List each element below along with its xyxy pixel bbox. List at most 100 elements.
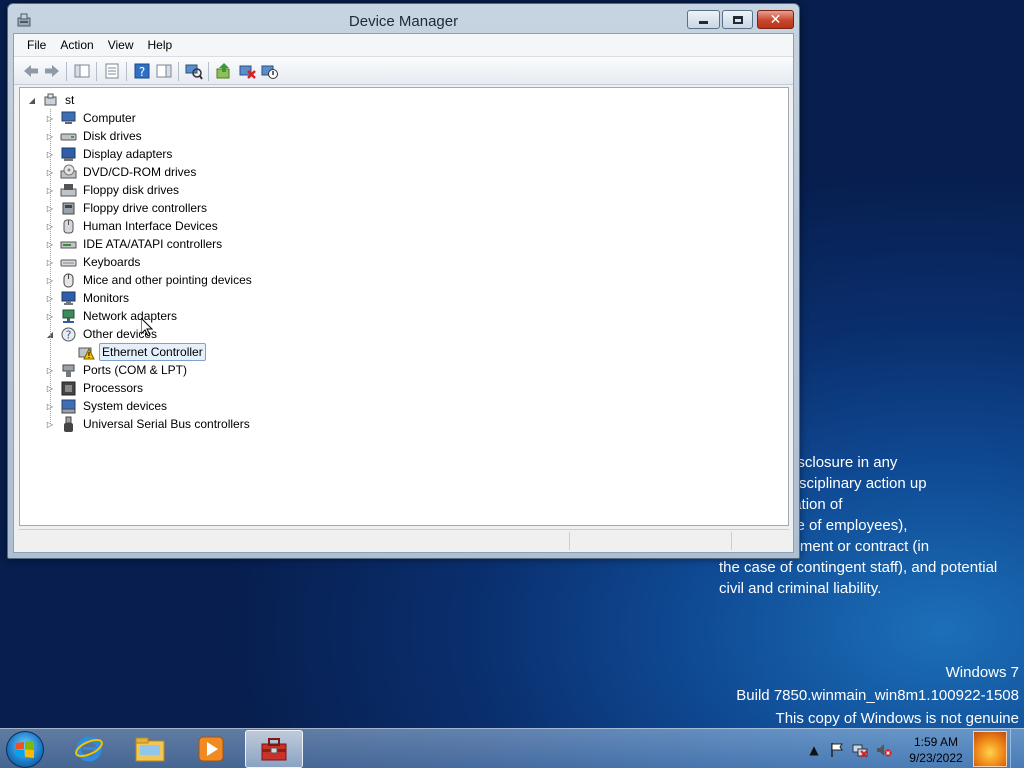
uninstall-icon[interactable] [238, 62, 256, 80]
status-bar [19, 529, 789, 551]
tree-item-label: DVD/CD-ROM drives [83, 165, 197, 179]
maximize-button[interactable] [722, 10, 753, 29]
computer-icon [60, 110, 77, 126]
show-hidden-icons-icon[interactable]: ▲ [806, 742, 822, 758]
taskbar-media-player[interactable] [182, 730, 240, 768]
minimize-button[interactable] [687, 10, 720, 29]
properties-icon[interactable] [103, 62, 121, 80]
tree-item-display-adapters[interactable]: ▷ Display adapters [46, 145, 174, 163]
clock-date: 9/23/2022 [909, 751, 963, 765]
tree-item-label: IDE ATA/ATAPI controllers [83, 237, 223, 251]
usb-icon [60, 416, 77, 432]
media-player-icon [198, 736, 224, 762]
taskbar-internet-explorer[interactable] [60, 730, 118, 768]
menu-action[interactable]: Action [53, 38, 100, 52]
tree-item-universal-serial-bus-controllers[interactable]: ▷ Universal Serial Bus controllers [46, 415, 252, 433]
tree-item-label: Floppy drive controllers [83, 201, 208, 215]
tree-item-floppy-drive-controllers[interactable]: ▷ Floppy drive controllers [46, 199, 209, 217]
floppy-disk-icon [60, 182, 77, 198]
tree-item-dvd-cd-rom-drives[interactable]: ▷ DVD/CD-ROM drives [46, 163, 198, 181]
tree-item-ports-com-lpt[interactable]: ▷ Ports (COM & LPT) [46, 361, 189, 379]
start-button[interactable] [6, 731, 44, 768]
tree-item-label: Mice and other pointing devices [83, 273, 252, 287]
watermark-genuine: This copy of Windows is not genuine [775, 710, 1019, 727]
monitor-icon [60, 290, 77, 306]
tree-item-label: System devices [83, 399, 168, 413]
disable-device-icon[interactable] [260, 62, 278, 80]
warning-device-icon [78, 344, 95, 360]
windows-explorer-icon [135, 737, 165, 762]
watermark-os: Windows 7 [945, 664, 1019, 681]
tree-item-mice-and-other-pointing-devices[interactable]: ▷ Mice and other pointing devices [46, 271, 254, 289]
tree-item-label: Disk drives [83, 129, 142, 143]
toolbar-separator [208, 62, 209, 81]
device-manager-toolbox-icon [261, 738, 287, 761]
help-icon[interactable]: ? [133, 62, 151, 80]
tree-item-monitors[interactable]: ▷ Monitors [46, 289, 131, 307]
tree-item-label: Floppy disk drives [83, 183, 180, 197]
close-button[interactable]: ✕ [757, 10, 794, 29]
forward-arrow-icon[interactable] [43, 62, 61, 80]
taskbar: ▲ 1:59 AM 9/23/2022 [0, 728, 1024, 768]
action-pane-icon[interactable] [155, 62, 173, 80]
tree-item-ethernet-controller[interactable]: Ethernet Controller [64, 343, 206, 361]
network-icon[interactable] [852, 742, 868, 758]
back-arrow-icon[interactable] [22, 62, 40, 80]
root [42, 92, 59, 108]
tree-item-label: Computer [83, 111, 136, 125]
menu-bar: File Action View Help [14, 34, 793, 56]
tree-item-label: Human Interface Devices [83, 219, 218, 233]
tree-item-processors[interactable]: ▷ Processors [46, 379, 145, 397]
taskbar-device-manager[interactable] [245, 730, 303, 768]
tree-item-label: Ports (COM & LPT) [83, 363, 188, 377]
show-desktop-button[interactable] [1010, 729, 1024, 768]
network-adapter-icon [60, 308, 77, 324]
device-manager-window: Device Manager ✕ File Action View Help ? ◢ s… [7, 3, 800, 559]
system-clock[interactable]: 1:59 AM 9/23/2022 [903, 734, 969, 766]
port-icon [60, 362, 77, 378]
status-divider [569, 532, 570, 550]
menu-file[interactable]: File [20, 38, 53, 52]
svg-text:?: ? [66, 329, 72, 342]
taskbar-windows-explorer[interactable] [121, 730, 179, 768]
tree-item-label: Keyboards [83, 255, 141, 269]
menu-help[interactable]: Help [141, 38, 180, 52]
tree-item-computer[interactable]: ▷ Computer [46, 109, 138, 127]
close-icon: ✕ [769, 11, 782, 28]
tree-item-label: Ethernet Controller [99, 343, 206, 361]
tree-item-keyboards[interactable]: ▷ Keyboards [46, 253, 142, 271]
tree-item-label: st [65, 93, 75, 107]
window-client-area: File Action View Help ? ◢ st ▷ Computer ▷ Disk d… [13, 33, 794, 553]
collapse-arrow-icon[interactable]: ◢ [28, 91, 36, 109]
scan-hardware-icon[interactable] [185, 62, 203, 80]
volume-muted-icon[interactable] [876, 742, 892, 758]
user-tile-button[interactable] [973, 731, 1007, 767]
unknown-device-icon: ? [60, 326, 77, 342]
toolbar: ? [14, 56, 793, 85]
tree-item-network-adapters[interactable]: ▷ Network adapters [46, 307, 179, 325]
action-center-flag-icon[interactable] [829, 742, 845, 758]
tree-item-system-devices[interactable]: ▷ System devices [46, 397, 169, 415]
tree-item-disk-drives[interactable]: ▷ Disk drives [46, 127, 144, 145]
show-hide-console-tree-icon[interactable] [73, 62, 91, 80]
tree-item-ide-ata-atapi-controllers[interactable]: ▷ IDE ATA/ATAPI controllers [46, 235, 224, 253]
display-adapter-icon [60, 146, 77, 162]
clock-time: 1:59 AM [913, 735, 959, 749]
tree-item-human-interface-devices[interactable]: ▷ Human Interface Devices [46, 217, 220, 235]
tree-item-label: Network adapters [83, 309, 178, 323]
title-bar[interactable]: Device Manager ✕ [8, 4, 799, 36]
menu-view[interactable]: View [101, 38, 141, 52]
disclaimer-line: the case of contingent staff), and poten… [719, 559, 998, 576]
watermark-build: Build 7850.winmain_win8m1.100922-1508 [736, 687, 1019, 704]
window-title: Device Manager [348, 13, 459, 30]
minimize-icon [699, 21, 708, 24]
tree-item-label: Display adapters [83, 147, 173, 161]
device-tree[interactable]: ◢ st ▷ Computer ▷ Disk drives ▷ Display adapter… [19, 87, 789, 526]
tree-item-root[interactable]: ◢ st [28, 91, 76, 109]
status-divider [731, 532, 732, 550]
hid-icon [60, 218, 77, 234]
update-driver-icon[interactable] [215, 62, 233, 80]
maximize-icon [732, 15, 743, 24]
tree-item-floppy-disk-drives[interactable]: ▷ Floppy disk drives [46, 181, 181, 199]
